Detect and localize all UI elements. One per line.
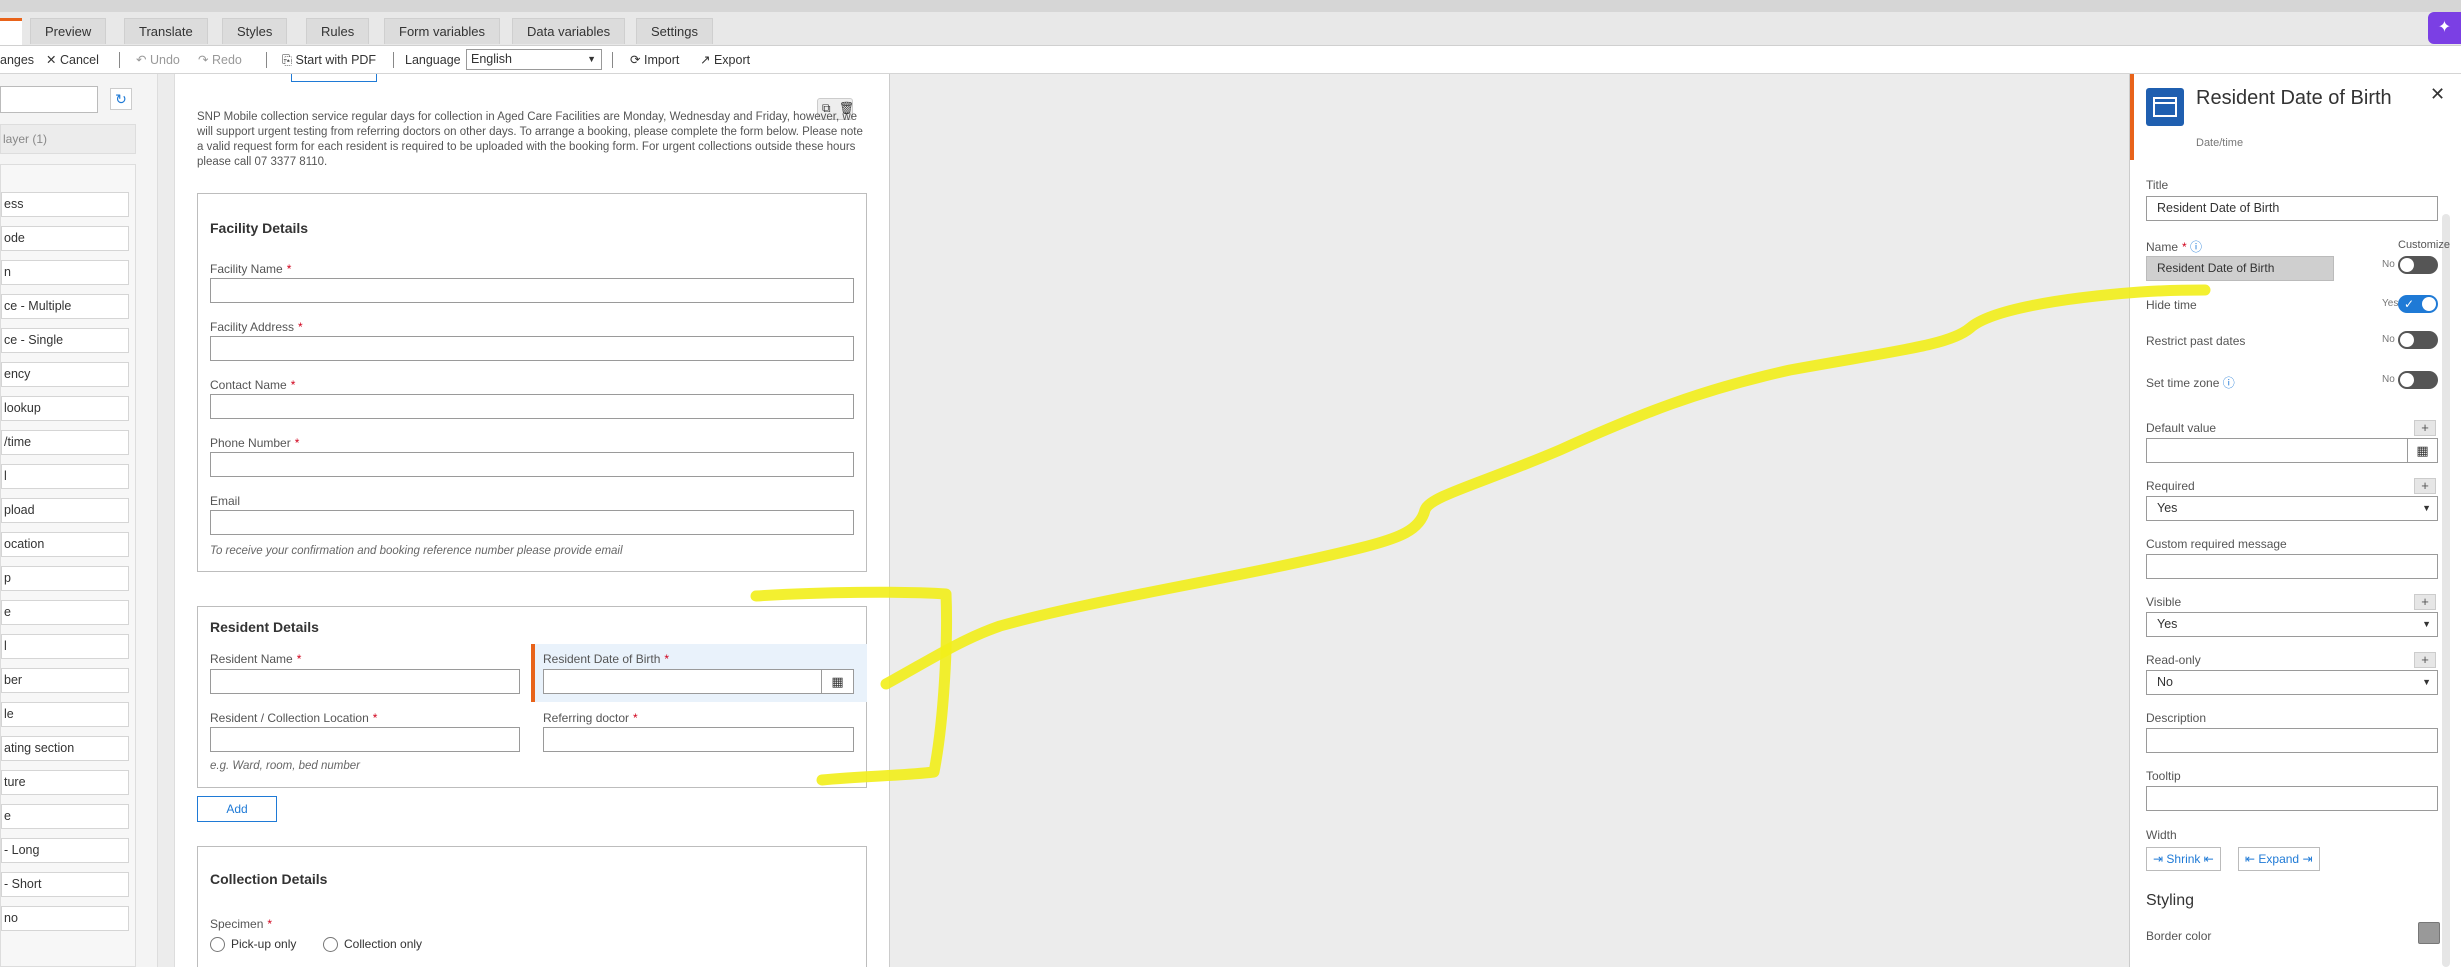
annotation-overlay xyxy=(750,284,2211,786)
annotation-bracket xyxy=(750,586,952,786)
annotation-connector-line xyxy=(880,284,2211,690)
